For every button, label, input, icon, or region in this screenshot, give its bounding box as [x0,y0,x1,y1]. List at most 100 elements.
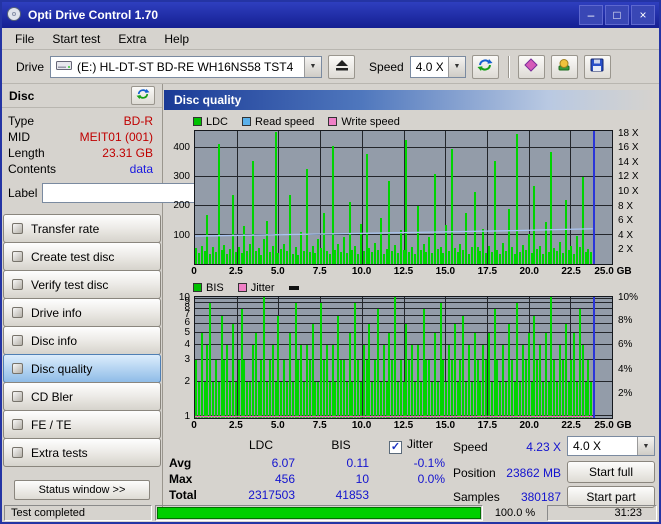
y-axis-label: 1 [184,410,190,422]
x-axis-label: 12.5 [393,266,414,277]
drive-icon [56,60,73,74]
y-axis-label: 4 [184,338,190,350]
chevron-down-icon[interactable]: ▼ [304,56,322,77]
disc-contents-label: Contents [8,162,57,176]
progress-fill [157,507,481,519]
y-axis-label: 100 [173,229,190,241]
menu-help[interactable]: Help [155,29,198,49]
sidebar-item-label: Disc info [31,333,78,348]
ldc-column-header: LDC [248,438,273,452]
panel-title: Disc quality [164,90,657,110]
y-axis-label: 4% [618,363,633,375]
sidebar-item-fe-te[interactable]: FE / TE [3,410,161,439]
legend-swatch [193,117,202,126]
save-button[interactable] [583,54,611,79]
close-button[interactable]: × [631,5,655,25]
verify-test-disc-icon [12,279,23,290]
jitter-checkbox[interactable]: ✓ [389,441,402,454]
menu-file[interactable]: File [6,29,43,49]
preferences-icon [557,58,571,75]
y-axis-label: 8 X [618,200,634,212]
speed-select[interactable]: 4.0 X ▼ [409,55,466,78]
bis-x-axis: 0 2.5 5.0 7.5 10.0 12.5 15.0 17.5 20.0 22.5 25.0 G… [191,420,631,432]
disc-info: Type BD-R MID MEIT01 (001) Length 23.31 GB … [2,108,162,179]
eject-button[interactable] [328,54,356,79]
sidebar-item-verify-test-disc[interactable]: Verify test disc [3,270,161,299]
y-axis-label: 18 X [618,127,639,139]
y-axis-label: 400 [173,141,190,153]
y-axis-label: 6% [618,339,633,351]
chevron-down-icon[interactable]: ▼ [637,437,654,455]
x-axis-label: 25.0 GB [594,420,632,431]
ldc-x-axis: 0 2.5 5.0 7.5 10.0 12.5 15.0 17.5 20.0 22.5 25.0 G… [191,266,631,278]
extra-tests-icon [12,447,23,458]
bis-max-value: 10 [355,472,369,486]
y-axis-label: 3 [184,354,190,366]
sidebar-item-disc-quality[interactable]: Disc quality [3,354,161,383]
minimize-button[interactable]: – [579,5,603,25]
sidebar-item-create-test-disc[interactable]: Create test disc [3,242,161,271]
disc-contents-link[interactable]: data [66,162,156,176]
status-text: Test completed [4,505,152,521]
chevron-down-icon[interactable]: ▼ [448,56,465,77]
cd-bler-icon [12,391,23,402]
refresh-disc-button[interactable] [131,86,155,105]
bis-total-value: 41853 [335,488,369,502]
y-axis-label: 10 X [618,185,639,197]
jitter-max-value: 0.0% [417,472,445,486]
erase-disc-button[interactable] [517,54,545,79]
maximize-button[interactable]: □ [605,5,629,25]
save-icon [590,58,604,75]
x-axis-label: 10.0 [351,266,372,277]
y-axis-label: 2 X [618,244,634,256]
drive-select[interactable]: (E:) HL-DT-ST BD-RE WH16NS58 TST4 ▼ [50,55,323,78]
disc-section-title: Disc [9,88,35,103]
sidebar-item-disc-info[interactable]: Disc info [3,326,161,355]
x-axis-label: 7.5 [312,420,327,431]
bis-plot [194,296,613,419]
start-full-button[interactable]: Start full [567,461,655,483]
menu-bar: File Start test Extra Help [2,28,659,50]
jitter-label: Jitter [407,437,434,451]
rescan-button[interactable] [471,54,499,79]
menu-extra[interactable]: Extra [109,29,155,49]
disc-length-label: Length [8,146,45,160]
x-axis-label: 15.0 [435,420,456,431]
refresh-icon [136,88,150,103]
y-axis-label: 12 X [618,171,639,183]
x-axis-label: 2.5 [228,266,243,277]
eject-icon [335,59,348,74]
y-axis-label: 2 [184,375,190,387]
preferences-button[interactable] [550,54,578,79]
disc-mid-value: MEIT01 (001) [79,130,153,144]
app-icon [6,6,22,25]
sidebar-item-transfer-rate[interactable]: Transfer rate [3,214,161,243]
test-speed-select[interactable]: 4.0 X ▼ [567,436,655,456]
ldc-plot [194,130,613,265]
sidebar-item-extra-tests[interactable]: Extra tests [3,438,161,467]
bis-avg-value: 0.11 [346,456,369,470]
menu-start-test[interactable]: Start test [43,29,109,49]
progress-bar [155,505,483,521]
ldc-y-axis-right: 18 X 16 X 14 X 12 X 10 X 8 X 6 X 4 X 2 X [613,127,657,265]
bis-column-header: BIS [331,438,351,452]
sidebar-item-cd-bler[interactable]: CD Bler [3,382,161,411]
y-axis-label: 5 [184,327,190,339]
legend-item: LDC [193,116,228,128]
speed-result-value: 4.23 X [526,440,561,454]
x-axis-label: 10.0 [351,420,372,431]
jitter-toggle[interactable]: ✓ Jitter [389,437,434,454]
ldc-chart: LDC Read speed Write speed 400 300 200 100 18… [165,114,657,278]
total-row-label: Total [169,488,197,502]
refresh-icon [477,58,493,75]
results-panel: LDC BIS ✓ Jitter Avg 6.07 0.11 -0.1% Max … [165,436,657,508]
status-window-button[interactable]: Status window >> [14,480,150,500]
x-axis-label: 17.5 [477,266,498,277]
legend-swatch [237,283,247,292]
speed-select-value: 4.0 X [415,59,444,74]
y-axis-label: 16 X [618,142,639,154]
sidebar-item-drive-info[interactable]: Drive info [3,298,161,327]
ldc-avg-value: 6.07 [271,456,295,470]
x-axis-label: 20.0 [519,266,539,277]
sidebar-item-label: Disc quality [31,361,93,376]
